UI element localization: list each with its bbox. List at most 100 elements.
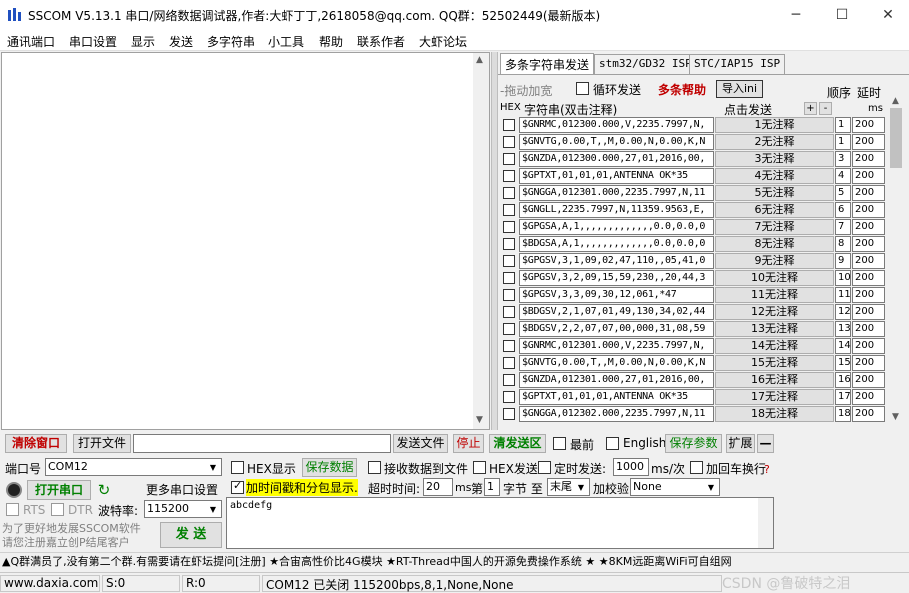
row-send-button[interactable]: 11无注释 [715,287,834,303]
save-data-button[interactable]: 保存数据 [302,458,357,477]
expand-button[interactable]: 扩展 [726,434,755,453]
hex-send-checkbox[interactable] [473,461,486,474]
row-string-input[interactable]: $GNRMC,012301.000,V,2235.7997,N, [519,338,714,354]
checksum-select[interactable]: None ▼ [630,478,720,496]
row-delay-input[interactable]: 200 [852,270,885,286]
row-hex-checkbox[interactable] [503,170,515,182]
row-order-input[interactable]: 11 [835,287,851,303]
multi-scroll-up-icon[interactable]: ▲ [892,96,899,106]
tab-stc-isp[interactable]: STC/IAP15 ISP [689,54,786,74]
row-order-input[interactable]: 14 [835,338,851,354]
clear-window-button[interactable]: 清除窗口 [5,434,67,453]
multi-scrollbar[interactable]: ▲ ▼ [888,94,904,424]
tab-stm32-isp[interactable]: stm32/GD32 ISP [594,54,697,74]
row-send-button[interactable]: 18无注释 [715,406,834,422]
row-delay-input[interactable]: 200 [852,304,885,320]
row-order-input[interactable]: 1 [835,117,851,133]
row-send-button[interactable]: 17无注释 [715,389,834,405]
dtr-checkbox[interactable] [51,503,64,516]
menu-forum[interactable]: 大虾论坛 [419,33,467,50]
send-scrollbar[interactable] [758,498,773,548]
receive-text-area[interactable] [1,52,490,430]
always-on-top-checkbox[interactable] [553,437,566,450]
row-hex-checkbox[interactable] [503,119,515,131]
row-string-input[interactable]: $GNVTG,0.00,T,,M,0.00,N,0.00,K,N [519,355,714,371]
row-string-input[interactable]: $GNGGA,012302.000,2235.7997,N,11 [519,406,714,422]
row-delay-input[interactable]: 200 [852,338,885,354]
multi-scroll-thumb[interactable] [890,108,902,168]
row-string-input[interactable]: $GNVTG,0.00,T,,M,0.00,N,0.00,K,N [519,134,714,150]
row-string-input[interactable]: $GPTXT,01,01,01,ANTENNA OK*35 [519,168,714,184]
timeout-input[interactable]: 20 [423,478,453,496]
row-string-input[interactable]: $GNZDA,012300.000,27,01,2016,00, [519,151,714,167]
row-order-input[interactable]: 3 [835,151,851,167]
minimize-icon[interactable]: ─ [773,0,819,30]
file-path-input[interactable] [133,434,391,453]
row-send-button[interactable]: 6无注释 [715,202,834,218]
row-delay-input[interactable]: 200 [852,372,885,388]
row-delay-input[interactable]: 200 [852,236,885,252]
row-string-input[interactable]: $BDGSV,2,2,07,07,00,000,31,08,59 [519,321,714,337]
more-port-settings-link[interactable]: 更多串口设置 [146,481,218,498]
row-send-button[interactable]: 12无注释 [715,304,834,320]
row-string-input[interactable]: $GPGSA,A,1,,,,,,,,,,,,,0.0,0.0,0 [519,219,714,235]
row-order-input[interactable]: 7 [835,219,851,235]
menu-contact[interactable]: 联系作者 [357,33,405,50]
timed-send-checkbox[interactable] [538,461,551,474]
multi-scroll-down-icon[interactable]: ▼ [892,412,899,422]
row-order-input[interactable]: 6 [835,202,851,218]
tab-multi-string[interactable]: 多条字符串发送 [500,53,595,75]
row-send-button[interactable]: 13无注释 [715,321,834,337]
row-send-button[interactable]: 9无注释 [715,253,834,269]
row-hex-checkbox[interactable] [503,153,515,165]
row-send-button[interactable]: 1无注释 [715,117,834,133]
import-ini-button[interactable]: 导入ini [716,80,763,98]
menu-port-settings[interactable]: 串口设置 [69,33,117,50]
ad-banner[interactable]: ▲Q群满员了,没有第二个群.有需要请在虾坛提问[注册] ★合宙高性价比4G模块 … [0,552,909,571]
send-button[interactable]: 发 送 [160,522,222,548]
row-delay-input[interactable]: 200 [852,406,885,422]
row-hex-checkbox[interactable] [503,374,515,386]
row-string-input[interactable]: $GPTXT,01,01,01,ANTENNA OK*35 [519,389,714,405]
row-delay-input[interactable]: 200 [852,321,885,337]
send-text-area[interactable]: abcdefg [226,497,774,549]
row-send-button[interactable]: 5无注释 [715,185,834,201]
row-order-input[interactable]: 4 [835,168,851,184]
row-string-input[interactable]: $BDGSV,2,1,07,01,49,130,34,02,44 [519,304,714,320]
row-delay-input[interactable]: 200 [852,168,885,184]
row-delay-input[interactable]: 200 [852,253,885,269]
row-delay-input[interactable]: 200 [852,117,885,133]
row-order-input[interactable]: 1 [835,134,851,150]
website-link[interactable]: www.daxia.com [0,575,100,592]
row-send-button[interactable]: 8无注释 [715,236,834,252]
row-hex-checkbox[interactable] [503,391,515,403]
row-order-input[interactable]: 12 [835,304,851,320]
menu-display[interactable]: 显示 [131,33,155,50]
row-send-button[interactable]: 16无注释 [715,372,834,388]
row-delay-input[interactable]: 200 [852,134,885,150]
row-hex-checkbox[interactable] [503,136,515,148]
row-order-input[interactable]: 8 [835,236,851,252]
promo-text[interactable]: 为了更好地发展SSCOM软件 请您注册嘉立创P结尾客户 [2,522,141,550]
drag-widen-label[interactable]: -拖动加宽 [500,82,552,99]
row-string-input[interactable]: $GPGSV,3,2,09,15,59,230,,20,44,3 [519,270,714,286]
stop-button[interactable]: 停止 [453,434,484,453]
clear-send-button[interactable]: 清发送区 [489,434,546,453]
row-order-input[interactable]: 5 [835,185,851,201]
hex-display-checkbox[interactable] [231,461,244,474]
recv-to-file-checkbox[interactable] [368,461,381,474]
remove-row-button[interactable]: - [819,102,832,115]
row-string-input[interactable]: $GPGSV,3,3,09,30,12,061,*47 [519,287,714,303]
scroll-up-icon[interactable]: ▲ [476,55,483,65]
panel-splitter[interactable] [491,52,498,430]
scroll-down-icon[interactable]: ▼ [476,415,483,425]
byte-start-input[interactable]: 1 [484,478,500,496]
timestamp-checkbox[interactable] [231,479,244,494]
row-delay-input[interactable]: 200 [852,202,885,218]
menu-multi-string[interactable]: 多字符串 [207,33,255,50]
end-select[interactable]: 末尾 ▼ [547,478,590,496]
row-hex-checkbox[interactable] [503,255,515,267]
row-hex-checkbox[interactable] [503,323,515,335]
row-order-input[interactable]: 17 [835,389,851,405]
row-hex-checkbox[interactable] [503,204,515,216]
